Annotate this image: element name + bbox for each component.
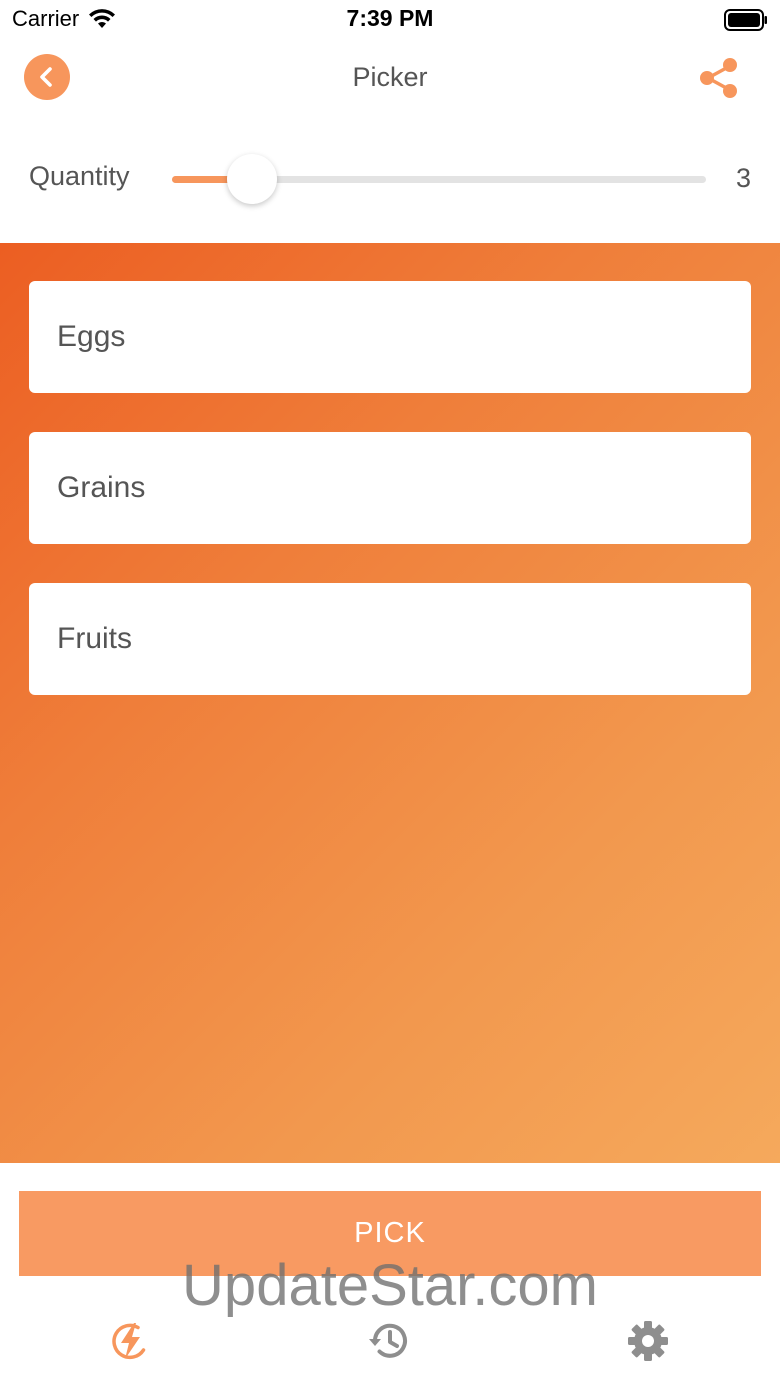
lightning-icon[interactable] <box>107 1318 153 1364</box>
quantity-row: Quantity 3 <box>0 120 780 243</box>
slider-thumb[interactable] <box>227 154 278 204</box>
history-icon[interactable] <box>366 1318 412 1364</box>
tab-bar <box>0 1300 780 1387</box>
content-area: Eggs Grains Fruits <box>0 243 780 1163</box>
item-list: Eggs Grains Fruits <box>29 281 751 734</box>
battery-icon <box>724 9 767 31</box>
gear-icon[interactable] <box>625 1318 671 1364</box>
list-item-label: Fruits <box>57 622 132 655</box>
quantity-slider[interactable] <box>172 154 706 204</box>
share-icon[interactable] <box>698 56 742 100</box>
list-item[interactable]: Grains <box>29 432 751 544</box>
list-item-label: Eggs <box>57 320 126 353</box>
status-bar: Carrier 7:39 PM <box>0 0 780 40</box>
list-item-label: Grains <box>57 471 146 504</box>
page-title: Picker <box>352 62 428 92</box>
pick-button-label: PICK <box>354 1217 426 1249</box>
nav-bar: Picker <box>0 40 780 120</box>
list-item[interactable]: Eggs <box>29 281 751 393</box>
quantity-label: Quantity <box>29 161 130 191</box>
list-item[interactable]: Fruits <box>29 583 751 695</box>
pick-button[interactable]: PICK <box>19 1191 761 1276</box>
status-time: 7:39 PM <box>346 5 434 31</box>
quantity-value: 3 <box>735 163 751 193</box>
